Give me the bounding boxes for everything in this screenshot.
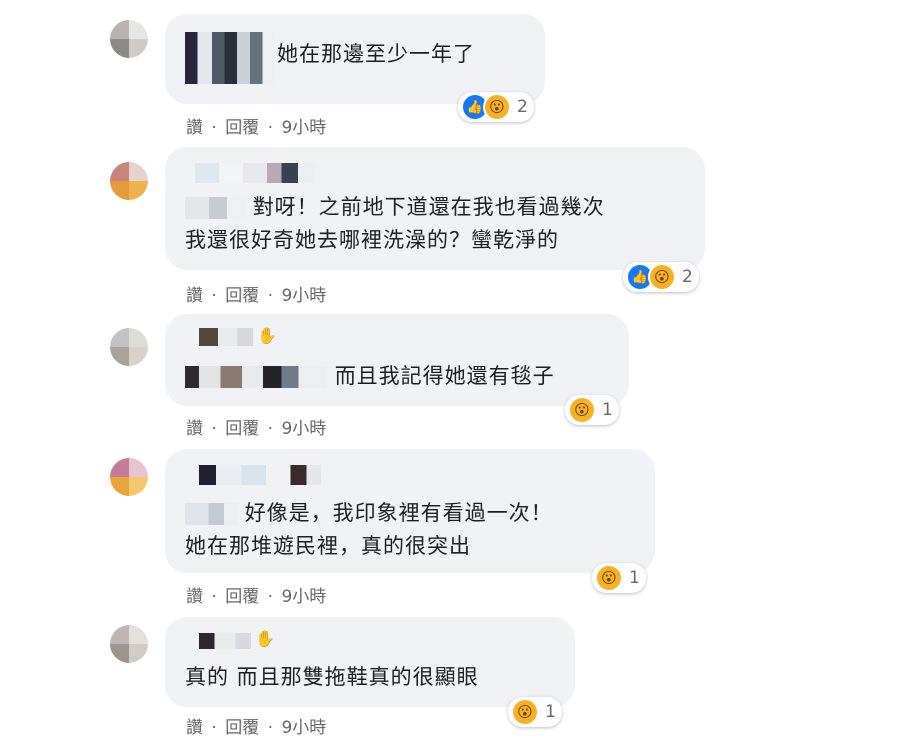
comment-actions: 讚 · 回覆 · 9小時 xyxy=(186,414,326,439)
wave-hand-icon: ✋ xyxy=(257,326,277,345)
comment-bubble: 對呀！之前地下道還在我也看過幾次 我還很好奇她去哪裡洗澡的？蠻乾淨的 xyxy=(165,147,705,270)
blurred-mention[interactable] xyxy=(185,197,245,219)
wow-face-icon: 😮 xyxy=(483,93,511,121)
like-link[interactable]: 讚 xyxy=(186,281,203,306)
separator: · xyxy=(211,718,217,738)
reaction-count: 2 xyxy=(682,267,693,287)
comment-bubble: ✋ 真的 而且那雙拖鞋真的很顯眼 xyxy=(165,617,575,707)
timestamp-link[interactable]: 9小時 xyxy=(281,414,326,439)
comment-text: 她在那邊至少一年了 xyxy=(277,42,475,66)
comment-actions: 讚 · 回覆 · 9小時 xyxy=(186,281,326,306)
reply-link[interactable]: 回覆 xyxy=(225,113,259,138)
like-link[interactable]: 讚 xyxy=(186,414,203,439)
separator: · xyxy=(267,587,274,607)
comment-bubble: 她在那邊至少一年了 xyxy=(165,14,545,104)
reaction-count: 1 xyxy=(602,400,613,420)
timestamp-link[interactable]: 9小時 xyxy=(281,113,326,138)
blurred-author-name[interactable]: ✋ xyxy=(185,326,609,352)
comment-bubble: 好像是，我印象裡有看過一次！ 她在那堆遊民裡，真的很突出 xyxy=(165,449,655,573)
reaction-summary[interactable]: 😮 1 xyxy=(508,697,562,727)
comment-bubble: ✋ 而且我記得她還有毯子 xyxy=(165,314,629,406)
comment-text-line-1: 對呀！之前地下道還在我也看過幾次 xyxy=(252,195,605,219)
blurred-author-name[interactable] xyxy=(185,159,685,185)
separator: · xyxy=(211,286,217,306)
avatar[interactable] xyxy=(110,625,148,663)
blurred-author-name[interactable]: ✋ xyxy=(185,629,555,655)
reaction-count: 1 xyxy=(545,702,556,722)
comment-text: 而且我記得她還有毯子 xyxy=(334,364,555,388)
blurred-mention[interactable] xyxy=(185,503,237,525)
timestamp-link[interactable]: 9小時 xyxy=(281,582,326,607)
comment-text-line-1: 好像是，我印象裡有看過一次！ xyxy=(244,501,553,525)
timestamp-link[interactable]: 9小時 xyxy=(281,713,326,738)
reaction-count: 2 xyxy=(517,97,528,117)
wow-face-icon: 😮 xyxy=(568,396,596,424)
reaction-summary[interactable]: 😮 1 xyxy=(565,395,619,425)
separator: · xyxy=(267,118,274,138)
separator: · xyxy=(211,118,217,138)
reaction-summary[interactable]: 👍 😮 2 xyxy=(623,262,699,292)
separator: · xyxy=(211,419,217,439)
comment-text-line-2: 我還很好奇她去哪裡洗澡的？蠻乾淨的 xyxy=(185,228,559,252)
reply-link[interactable]: 回覆 xyxy=(225,713,259,738)
reaction-summary[interactable]: 👍 😮 2 xyxy=(458,92,534,122)
like-link[interactable]: 讚 xyxy=(186,113,203,138)
blurred-mention[interactable] xyxy=(185,366,327,388)
comment-actions: 讚 · 回覆 · 9小時 xyxy=(186,582,326,607)
comment-text-line-2: 她在那堆遊民裡，真的很突出 xyxy=(185,534,471,558)
separator: · xyxy=(211,587,217,607)
wow-face-icon: 😮 xyxy=(595,564,623,592)
avatar[interactable] xyxy=(110,328,148,366)
timestamp-link[interactable]: 9小時 xyxy=(281,281,326,306)
wow-face-icon: 😮 xyxy=(511,698,539,726)
reply-link[interactable]: 回覆 xyxy=(225,582,259,607)
comment-actions: 讚 · 回覆 · 9小時 xyxy=(186,113,326,138)
separator: · xyxy=(267,286,274,306)
avatar[interactable] xyxy=(110,20,148,58)
reaction-count: 1 xyxy=(629,568,640,588)
separator: · xyxy=(267,718,274,738)
avatar[interactable] xyxy=(110,458,148,496)
reply-link[interactable]: 回覆 xyxy=(225,414,259,439)
like-link[interactable]: 讚 xyxy=(186,582,203,607)
blurred-author-name[interactable] xyxy=(185,461,635,487)
like-link[interactable]: 讚 xyxy=(186,713,203,738)
avatar[interactable] xyxy=(110,162,148,200)
comment-actions: 讚 · 回覆 · 9小時 xyxy=(186,713,326,738)
blurred-author-name[interactable] xyxy=(185,32,275,84)
reply-link[interactable]: 回覆 xyxy=(225,281,259,306)
separator: · xyxy=(267,419,274,439)
wow-face-icon: 😮 xyxy=(648,263,676,291)
comment-text: 真的 而且那雙拖鞋真的很顯眼 xyxy=(185,665,479,689)
wave-hand-icon: ✋ xyxy=(255,629,275,648)
reaction-summary[interactable]: 😮 1 xyxy=(592,563,646,593)
